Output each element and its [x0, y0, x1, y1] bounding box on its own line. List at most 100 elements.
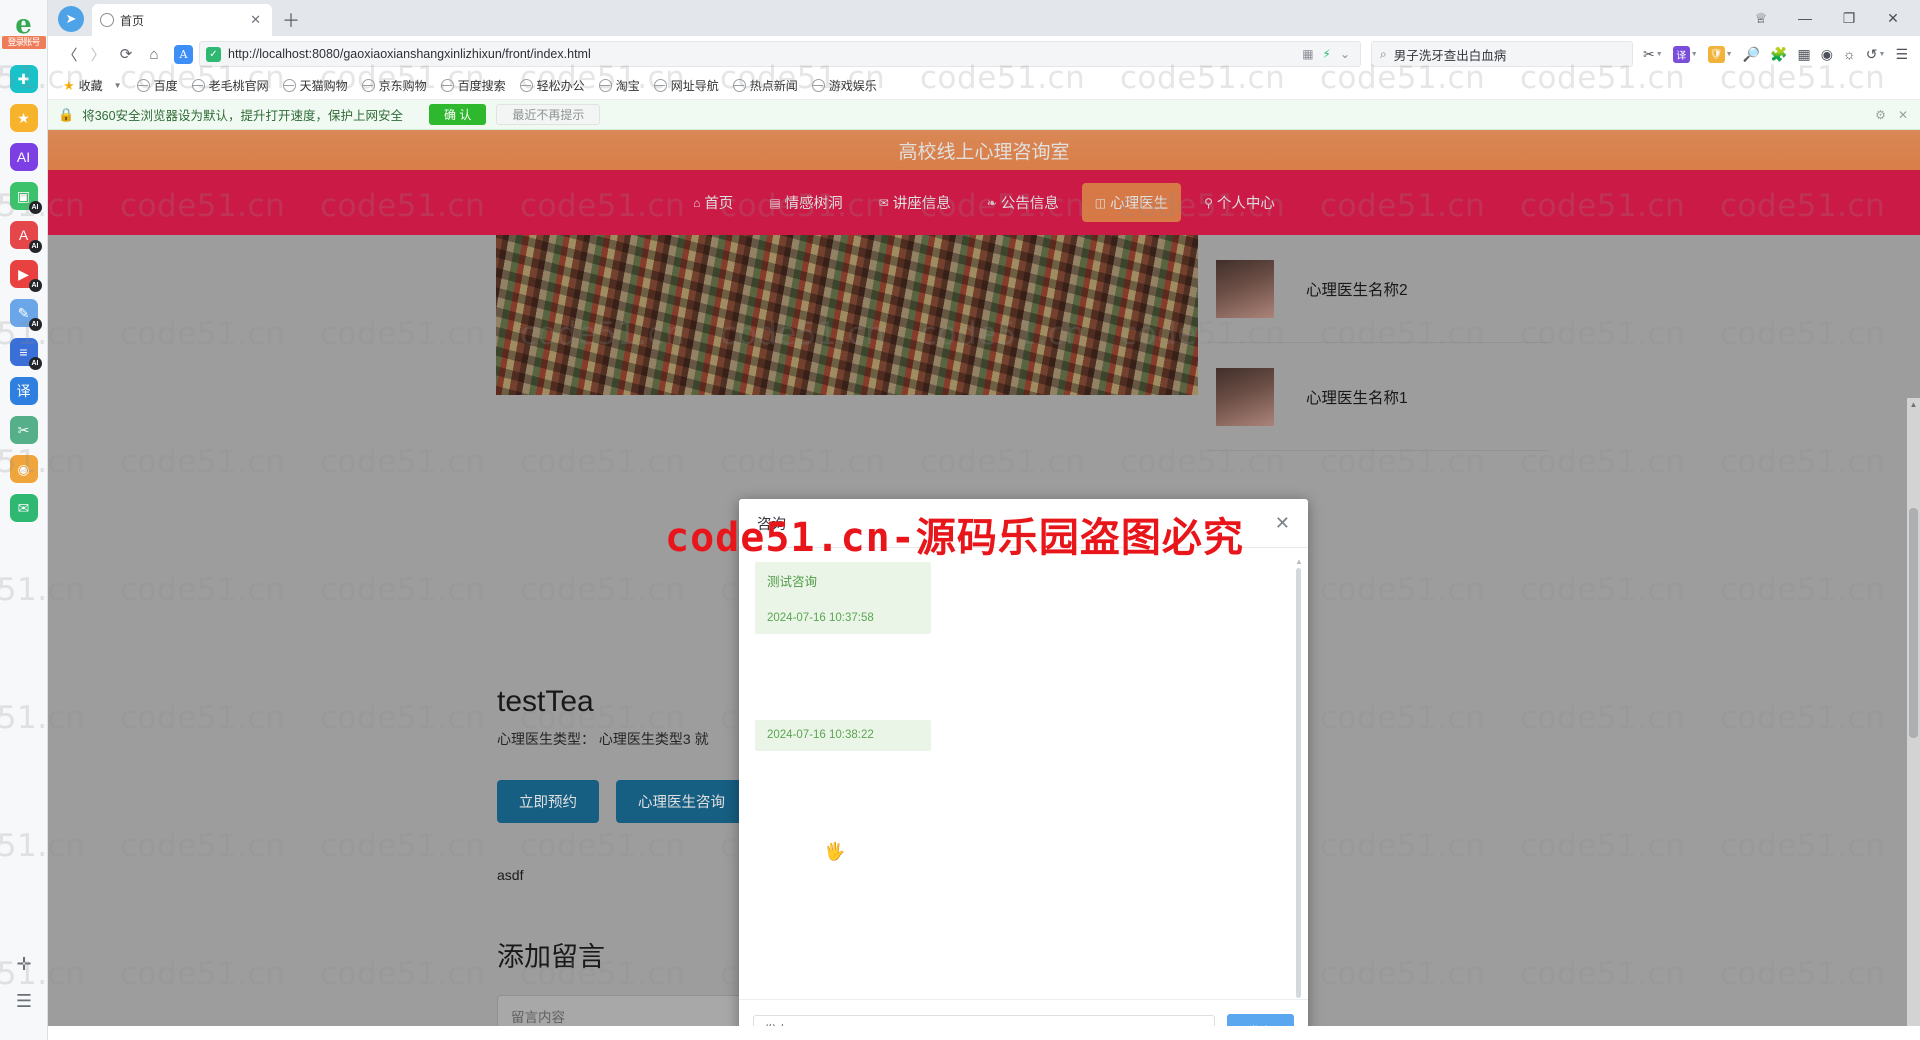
bookmark-news[interactable]: 热点新闻 — [728, 75, 803, 96]
antivirus-badge-icon[interactable]: A — [174, 44, 193, 64]
apps-grid-icon[interactable]: ▦ — [1793, 40, 1814, 68]
post-message-button[interactable]: 发布 — [1227, 1014, 1294, 1026]
back-button[interactable]: 〈 — [56, 40, 84, 68]
chevron-down-icon[interactable]: ▼ — [1691, 51, 1698, 58]
modal-scroll-up-icon[interactable]: ▲ — [1295, 558, 1303, 566]
screenshot-icon[interactable]: ✂ ▼ — [1639, 40, 1667, 68]
mail-icon[interactable]: ✉ — [9, 494, 38, 522]
globe-icon — [519, 79, 533, 92]
pdf-ai-icon[interactable]: A AI — [9, 221, 42, 253]
bookmark-games[interactable]: 游戏娱乐 — [807, 75, 882, 96]
bookmark-nav[interactable]: 网址导航 — [649, 75, 724, 96]
ai-badge: AI — [28, 240, 42, 253]
search-icon: ⌕ — [1380, 46, 1387, 61]
restore-button[interactable]: ❐ — [1828, 4, 1870, 32]
translate-icon-glyph: 译 — [1672, 45, 1690, 63]
modal-scrollbar[interactable]: ▲ — [1295, 558, 1303, 999]
image-ai-icon[interactable]: ▣ AI — [9, 182, 42, 214]
browser-nav-orb-icon[interactable]: ➤ — [58, 6, 84, 32]
bookmark-jd[interactable]: 京东购物 — [357, 75, 432, 96]
globe-icon — [191, 79, 205, 92]
bookmarks-bar: ★ 收藏 ▼ 百度 老毛桃官网 天猫购物 京东购物 百度搜索 轻松办公 淘宝 网址导航 热点新闻 游戏娱… — [48, 72, 1920, 100]
translate-icon[interactable]: 译 ▼ — [1669, 40, 1702, 68]
browser-tab[interactable]: 首页 ✕ — [92, 4, 272, 36]
chevron-down-icon[interactable]: ▼ — [1656, 51, 1663, 58]
home-button[interactable]: ⌂ — [140, 40, 168, 68]
notification-dismiss-button[interactable]: 最近不再提示 — [496, 104, 601, 125]
reload-button[interactable]: ⟳ — [112, 40, 140, 68]
favorites-icon[interactable]: ★ — [9, 104, 38, 132]
url-bar[interactable]: ✓ http://localhost:8080/gaoxiaoxianshang… — [199, 41, 1362, 67]
search-tool-icon[interactable]: 🔎 — [1739, 40, 1764, 68]
chat-message-text: 测试咨询 — [767, 575, 818, 589]
list-icon[interactable]: ☰ — [0, 991, 48, 1012]
new-tab-button[interactable]: ＋ — [282, 12, 300, 30]
consult-modal: 咨询 ✕ 测试咨询 2024-07-16 10:37:58 2024-07-16 1… — [739, 499, 1308, 1026]
bookmark-label: 老毛桃官网 — [208, 79, 269, 93]
globe-icon — [653, 79, 667, 92]
bookmark-label: 百度 — [153, 79, 178, 93]
search-input-value: 男子洗牙查出白血病 — [1393, 48, 1507, 63]
weibo-icon[interactable]: ◉ — [9, 455, 38, 483]
history-undo-icon[interactable]: ↺ ▼ — [1862, 40, 1890, 68]
health-app-icon[interactable]: ✚ — [9, 65, 38, 93]
bookmark-taobao[interactable]: 淘宝 — [594, 75, 645, 96]
search-tool-icon-glyph: 🔎 — [1742, 45, 1761, 62]
screenshot-icon-glyph: ✂ — [1643, 45, 1655, 62]
post-message-input[interactable] — [753, 1014, 1215, 1026]
star-icon: ★ — [63, 77, 75, 93]
bookmark-laomaotao[interactable]: 老毛桃官网 — [187, 75, 274, 96]
translate-icon[interactable]: 译 — [9, 377, 38, 405]
add-icon[interactable]: ✛ — [0, 954, 48, 975]
scissors-icon[interactable]: ✂ — [9, 416, 38, 444]
bookmark-label: 天猫购物 — [299, 79, 348, 93]
notification-text: 将360安全浏览器设为默认，提升打开速度，保护上网安全 — [82, 109, 404, 123]
globe-icon — [440, 79, 454, 92]
brightness-icon[interactable]: ☼ — [1839, 40, 1860, 68]
tab-close-icon[interactable]: ✕ — [247, 12, 264, 28]
menu-icon[interactable]: ☰ — [1891, 40, 1912, 68]
browser-logo-icon[interactable]: ◉ — [1817, 40, 1837, 68]
login-account-badge[interactable]: 登录账号 — [1, 36, 46, 49]
url-dropdown-icon[interactable]: ⌄ — [1340, 47, 1350, 61]
chat-message-time: 2024-07-16 10:38:22 — [767, 729, 874, 741]
ai-badge: AI — [28, 279, 42, 292]
url-bar-icons: ▦ ⚡ ⌄ — [1302, 47, 1354, 61]
minimize-button[interactable]: — — [1784, 4, 1826, 32]
bookmark-label: 收藏 — [78, 79, 103, 93]
chat-message: 2024-07-16 10:38:22 — [755, 720, 931, 751]
notif-close-icon[interactable]: ✕ — [1898, 108, 1908, 122]
bookmarks-dropdown-icon[interactable]: ▼ — [114, 81, 122, 90]
ai-assistant-icon[interactable]: AI — [9, 143, 38, 171]
security-shield-icon[interactable]: 🛡 ▼ — [1704, 40, 1737, 68]
modal-header: 咨询 ✕ — [739, 499, 1308, 548]
browser-toolbar: ✂ ▼ 译 ▼ 🛡 ▼ 🔎 🧩 ▦ ◉ ☼ ↺ ▼ ☰ — [1639, 40, 1912, 68]
bookmark-label: 京东购物 — [378, 79, 427, 93]
bookmark-baidu-search[interactable]: 百度搜索 — [436, 75, 511, 96]
doc-ai-icon[interactable]: ≡ AI — [9, 338, 42, 370]
chevron-down-icon[interactable]: ▼ — [1726, 51, 1733, 58]
ai-badge: AI — [28, 201, 42, 214]
extensions-puzzle-icon-glyph: 🧩 — [1770, 45, 1788, 62]
notif-settings-icon[interactable]: ⚙ — [1875, 108, 1886, 122]
bookmark-office[interactable]: 轻松办公 — [515, 75, 590, 96]
modal-scrollbar-thumb[interactable] — [1296, 568, 1301, 998]
bookmark-favorites[interactable]: ★ 收藏 — [58, 75, 108, 96]
speed-bolt-icon[interactable]: ⚡ — [1323, 47, 1331, 61]
close-button[interactable]: ✕ — [1872, 4, 1914, 32]
modal-close-icon[interactable]: ✕ — [1275, 514, 1290, 532]
note-ai-icon[interactable]: ✎ AI — [9, 299, 42, 331]
video-ai-icon[interactable]: ▶ AI — [9, 260, 42, 292]
search-box[interactable]: ⌕ 男子洗牙查出白血病 — [1371, 41, 1634, 67]
forward-button[interactable]: 〉 — [84, 40, 112, 68]
extensions-puzzle-icon[interactable]: 🧩 — [1766, 40, 1791, 68]
chevron-down-icon[interactable]: ▼ — [1879, 51, 1886, 58]
bookmark-tmall[interactable]: 天猫购物 — [278, 75, 353, 96]
globe-icon — [136, 79, 150, 92]
notification-confirm-button[interactable]: 确 认 — [429, 104, 487, 125]
chat-message-list: 测试咨询 2024-07-16 10:37:58 2024-07-16 10:38:… — [755, 562, 1292, 751]
dock-icon-list: ✚ ★ AI ▣ AI A AI ▶ AI ✎ AI ≡ AI 译 ✂ ◉ ✉ — [0, 65, 47, 522]
qr-code-icon[interactable]: ▦ — [1302, 47, 1313, 61]
skin-button[interactable]: ♕ — [1740, 4, 1782, 32]
bookmark-baidu[interactable]: 百度 — [132, 75, 183, 96]
